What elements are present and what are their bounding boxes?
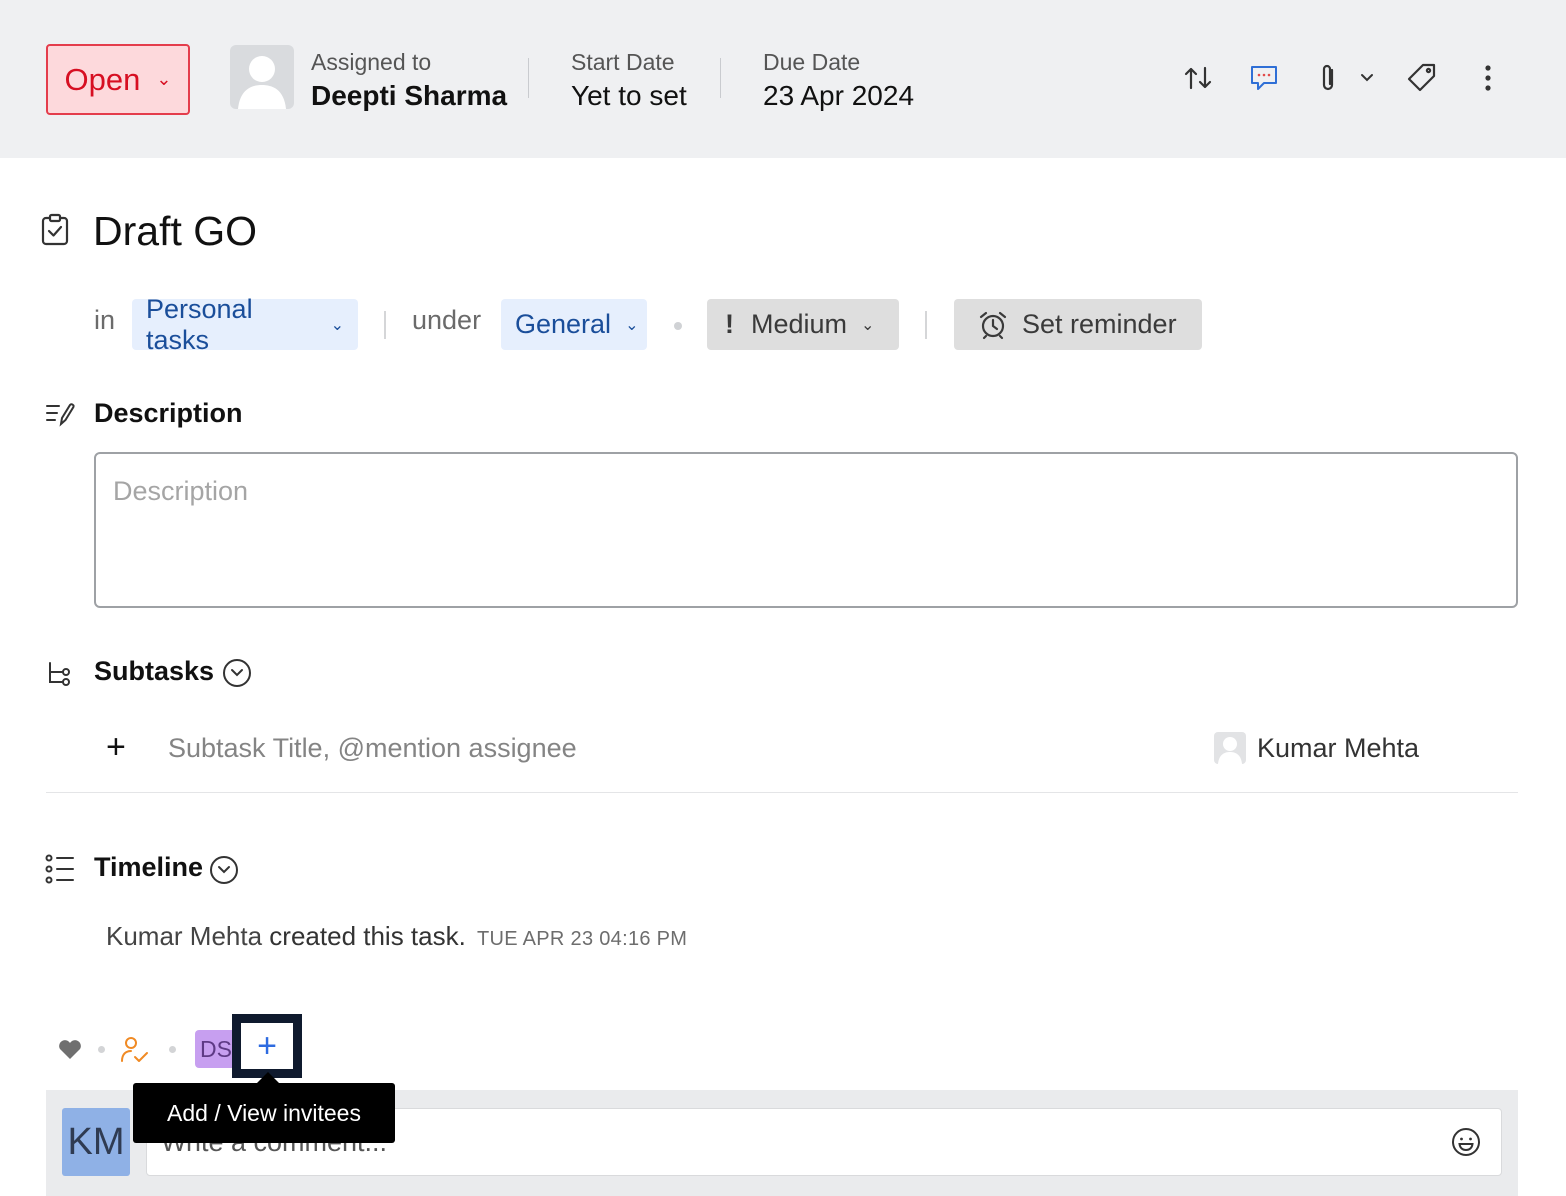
timeline-list-icon — [45, 854, 75, 884]
follower-check-icon[interactable] — [119, 1034, 151, 1066]
list-name: Personal tasks — [146, 293, 253, 355]
set-reminder-button[interactable]: Set reminder — [954, 299, 1202, 350]
chevron-down-icon[interactable] — [1350, 58, 1384, 98]
heart-icon[interactable] — [57, 1036, 83, 1062]
subtask-assignee-name[interactable]: Kumar Mehta — [1257, 733, 1419, 764]
assignee-name: Deepti Sharma — [311, 80, 508, 111]
add-subtask-button[interactable]: + — [106, 728, 126, 766]
invitees-tooltip: Add / View invitees — [133, 1083, 395, 1143]
due-date-label: Due Date — [763, 49, 861, 75]
start-date-label: Start Date — [571, 49, 675, 75]
divider — [46, 792, 1518, 793]
chevron-down-icon: ⌄ — [861, 316, 875, 334]
subtasks-heading: Subtasks — [94, 656, 215, 686]
task-checklist-icon — [40, 213, 70, 247]
separator-dot — [169, 1046, 176, 1053]
divider — [925, 311, 927, 339]
invitee-avatar[interactable]: DS — [195, 1030, 237, 1068]
task-detail-page: Open ⌄ Assigned to Deepti Sharma Start D… — [0, 0, 1566, 1196]
timeline-heading: Timeline — [94, 852, 204, 882]
section-dropdown[interactable]: General ⌄ — [501, 299, 647, 350]
comment-icon[interactable] — [1244, 58, 1284, 98]
separator-dot — [98, 1046, 105, 1053]
description-heading: Description — [94, 398, 243, 428]
priority-dropdown[interactable]: ! Medium ⌄ — [707, 299, 899, 350]
status-dropdown[interactable]: Open ⌄ — [46, 44, 190, 115]
timeline-entry: Kumar Mehta created this task. — [106, 921, 466, 952]
start-date-block[interactable]: Start Date Yet to set — [571, 46, 687, 114]
due-date-value: 23 Apr 2024 — [763, 80, 915, 111]
add-invitees-button[interactable]: + — [232, 1014, 302, 1078]
timeline-timestamp: TUE APR 23 04:16 PM — [477, 928, 688, 950]
divider — [720, 58, 721, 98]
assigned-to-block[interactable]: Assigned to Deepti Sharma — [311, 46, 507, 114]
timeline-action: created this task. — [262, 921, 466, 951]
divider — [384, 311, 386, 339]
status-label: Open — [64, 61, 141, 97]
chevron-down-icon: ⌄ — [156, 69, 172, 89]
list-dropdown[interactable]: Personal tasks ⌄ — [132, 294, 358, 355]
divider — [528, 58, 529, 98]
description-field[interactable] — [94, 452, 1518, 608]
in-label: in — [94, 305, 116, 335]
attachment-icon[interactable] — [1308, 58, 1348, 98]
priority-icon: ! — [725, 309, 734, 339]
assigned-to-label: Assigned to — [311, 49, 432, 75]
assignee-avatar[interactable] — [230, 45, 294, 109]
timeline-collapse-toggle[interactable] — [210, 856, 238, 884]
timeline-actor[interactable]: Kumar Mehta — [106, 921, 262, 951]
start-date-value: Yet to set — [571, 80, 687, 111]
user-avatar: KM — [62, 1108, 130, 1176]
alarm-clock-icon — [978, 310, 1008, 340]
chevron-down-icon — [218, 866, 230, 874]
subtask-assignee-avatar[interactable] — [1214, 732, 1246, 764]
emoji-icon[interactable] — [1450, 1126, 1482, 1158]
under-label: under — [412, 305, 482, 335]
separator-dot — [674, 322, 682, 330]
set-reminder-label: Set reminder — [1022, 309, 1177, 339]
task-header: Open ⌄ Assigned to Deepti Sharma Start D… — [0, 0, 1566, 158]
subtask-title-input[interactable] — [168, 728, 1068, 768]
chevron-down-icon: ⌄ — [330, 316, 344, 334]
section-name: General — [515, 309, 612, 339]
subtasks-collapse-toggle[interactable] — [223, 659, 251, 687]
priority-label: Medium — [751, 309, 848, 339]
chevron-down-icon — [231, 669, 243, 677]
more-icon[interactable] — [1468, 58, 1508, 98]
description-edit-icon — [45, 400, 75, 430]
due-date-block[interactable]: Due Date 23 Apr 2024 — [763, 46, 914, 114]
switch-icon[interactable] — [1178, 58, 1218, 98]
tag-icon[interactable] — [1402, 58, 1442, 98]
chevron-down-icon: ⌄ — [625, 316, 639, 334]
subtasks-icon — [45, 660, 75, 690]
task-title[interactable]: Draft GO — [93, 208, 257, 255]
